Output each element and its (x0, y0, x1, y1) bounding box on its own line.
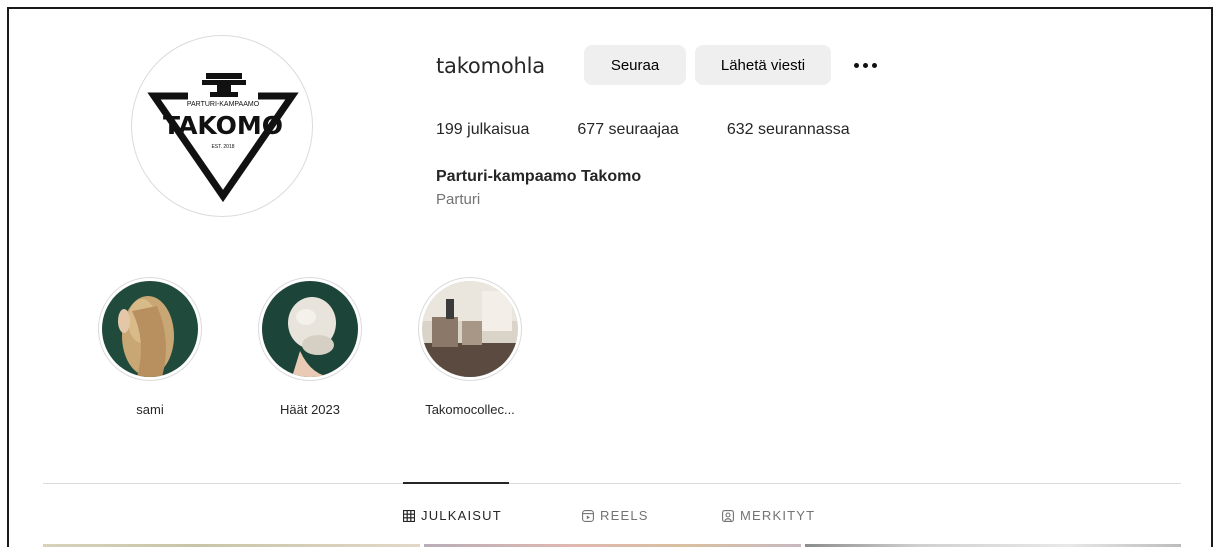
highlight-cover (422, 281, 518, 377)
followers-count[interactable]: 677 seuraajaa (577, 121, 678, 139)
following-count[interactable]: 632 seurannassa (727, 121, 850, 139)
follow-button[interactable]: Seuraa (584, 45, 686, 85)
tagged-icon (722, 509, 734, 522)
tab-label: REELS (600, 508, 649, 523)
profile-stats: 199 julkaisua 677 seuraajaa 632 seuranna… (436, 121, 898, 139)
logo-main-text: TAKOMO (163, 111, 283, 140)
highlight-ring (258, 277, 362, 381)
tab-tagged[interactable]: MERKITYT (722, 508, 815, 523)
highlight-cover (102, 281, 198, 377)
tab-posts[interactable]: JULKAISUT (403, 508, 502, 523)
highlight-ring (98, 277, 202, 381)
highlight-label: sami (136, 402, 164, 417)
highlight-cover (262, 281, 358, 377)
post-thumbnail[interactable] (424, 544, 801, 547)
reels-icon (582, 509, 594, 522)
profile-category: Parturi (436, 191, 481, 208)
profile-full-name: Parturi-kampaamo Takomo (436, 168, 642, 185)
highlight-ring (418, 277, 522, 381)
active-tab-indicator (403, 482, 509, 484)
tab-label: JULKAISUT (421, 508, 502, 523)
logo-top-text: PARTURI-KAMPAAMO (187, 101, 260, 108)
post-thumbnail[interactable] (805, 544, 1181, 547)
tab-reels[interactable]: REELS (582, 508, 649, 523)
anvil-icon (202, 73, 246, 97)
highlight-item[interactable]: Häät 2023 (255, 277, 365, 417)
profile-page: PARTURI-KAMPAAMO TAKOMO EST. 2018 takomo… (7, 7, 1213, 547)
posts-count: 199 julkaisua (436, 121, 530, 138)
logo-est-text: EST. 2018 (211, 144, 234, 150)
highlight-label: Takomocollec... (425, 402, 515, 417)
highlight-item[interactable]: sami (95, 277, 205, 417)
profile-username: takomohla (436, 54, 545, 78)
tab-label: MERKITYT (740, 508, 816, 523)
tabs-divider (43, 483, 1181, 484)
post-thumbnail[interactable] (43, 544, 420, 547)
send-message-button[interactable]: Lähetä viesti (695, 45, 831, 85)
highlight-item[interactable]: Takomocollec... (415, 277, 525, 417)
takomo-logo: PARTURI-KAMPAAMO TAKOMO EST. 2018 (147, 73, 299, 203)
grid-icon (403, 509, 415, 522)
highlight-label: Häät 2023 (280, 402, 340, 417)
more-options-icon[interactable] (845, 51, 885, 79)
profile-avatar[interactable]: PARTURI-KAMPAAMO TAKOMO EST. 2018 (131, 35, 313, 217)
